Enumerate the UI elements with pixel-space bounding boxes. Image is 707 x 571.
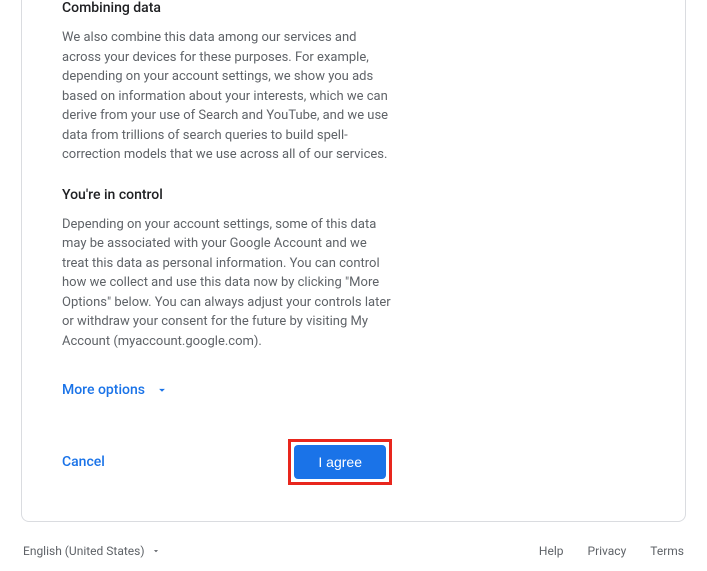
more-options-toggle[interactable]: More options <box>62 381 171 399</box>
chevron-down-icon <box>153 381 171 399</box>
agree-button-highlight: I agree <box>288 439 392 485</box>
footer-links: Help Privacy Terms <box>539 544 684 558</box>
actions-row: Cancel I agree <box>62 439 392 485</box>
help-link[interactable]: Help <box>539 544 564 558</box>
dropdown-icon <box>151 546 161 556</box>
footer: English (United States) Help Privacy Ter… <box>21 544 686 558</box>
agree-button[interactable]: I agree <box>294 445 386 479</box>
more-options-label: More options <box>62 382 145 398</box>
combining-data-body: We also combine this data among our serv… <box>62 28 392 165</box>
privacy-link[interactable]: Privacy <box>588 544 627 558</box>
combining-data-heading: Combining data <box>62 0 392 16</box>
cancel-button[interactable]: Cancel <box>62 454 105 470</box>
signup-card: Combining data We also combine this data… <box>21 0 686 522</box>
you-are-in-control-body: Depending on your account settings, some… <box>62 215 392 352</box>
content-section: Combining data We also combine this data… <box>62 0 392 485</box>
you-are-in-control-heading: You're in control <box>62 187 392 203</box>
terms-link[interactable]: Terms <box>650 544 684 558</box>
language-selector[interactable]: English (United States) <box>23 544 161 558</box>
language-label: English (United States) <box>23 544 145 558</box>
